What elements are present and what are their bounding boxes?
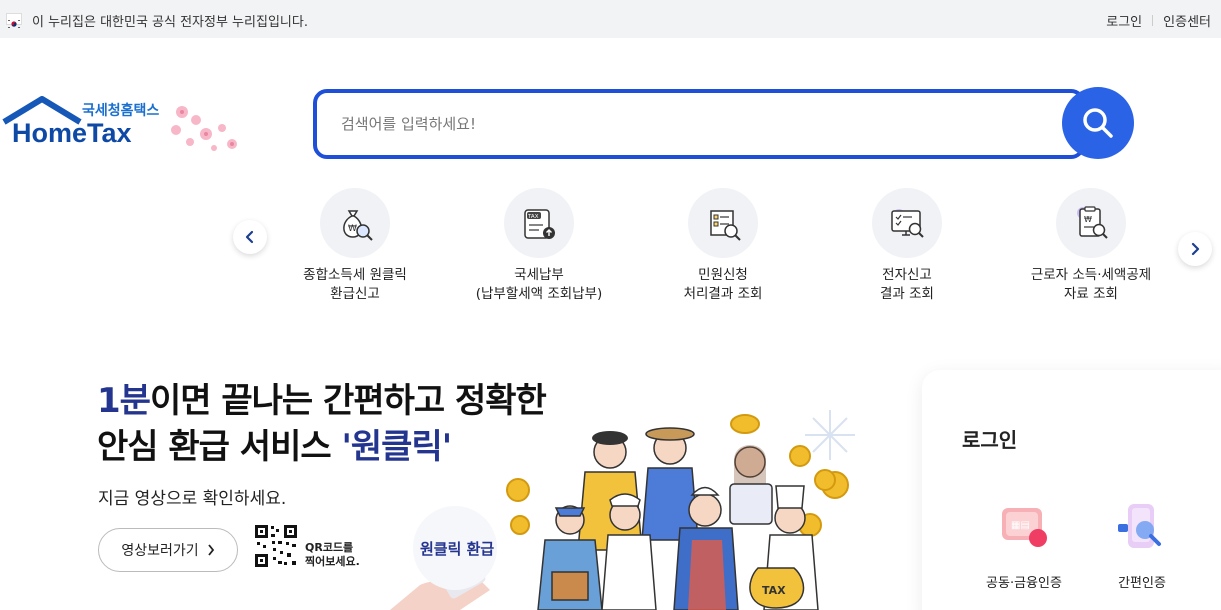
login-option-label: 공동·금융인증 — [986, 576, 1062, 591]
login-option-label: 간편인증 — [1118, 576, 1166, 591]
logo-title: HomeTax — [12, 118, 132, 148]
quick-menu-label: 근로자 소득·세액공제 자료 조회 — [1030, 267, 1152, 302]
money-bag-search-icon: ₩ — [320, 188, 390, 258]
quick-menu-prev-button[interactable] — [233, 220, 267, 254]
logo-subtitle: 국세청홈택스 — [82, 103, 160, 119]
promo-headline-text: 안심 환급 서비스 — [97, 427, 342, 467]
top-links: 로그인 인증센터 — [1106, 11, 1211, 30]
gov-banner-text: 이 누리집은 대한민국 공식 전자정부 누리집입니다. — [32, 15, 308, 30]
hometax-logo[interactable]: 국세청홈택스 HomeTax — [2, 96, 247, 156]
sparkle-decoration — [805, 410, 855, 460]
svg-text:▦▤: ▦▤ — [1011, 520, 1030, 531]
korea-flag-icon — [6, 13, 22, 28]
top-login-link[interactable]: 로그인 — [1106, 11, 1142, 30]
tax-sack-text: TAX — [762, 584, 786, 597]
certificate-card-icon: ▦▤ — [1002, 508, 1047, 547]
qr-code-icon — [253, 523, 299, 569]
chevron-right-icon — [1191, 242, 1200, 256]
quick-menu-item[interactable]: ₩ 근로자 소득·세액공제 자료 조회 — [999, 188, 1183, 304]
tax-document-upload-icon: TAX — [504, 188, 574, 258]
simple-auth-login-button[interactable]: 간편인증 — [1082, 500, 1202, 591]
workers-refund-illustration: 원클릭 환급 TAX — [390, 410, 855, 610]
monitor-checklist-icon — [872, 188, 942, 258]
one-click-refund-badge: 원클릭 환급 — [413, 506, 497, 590]
promo-badge-text: 원클릭 환급 — [420, 540, 494, 558]
joint-financial-cert-login-button[interactable]: ▦▤ 공동·금융인증 — [964, 500, 1084, 591]
search-input[interactable] — [341, 93, 1041, 155]
svg-text:TAX: TAX — [527, 214, 539, 220]
quick-menu-next-button[interactable] — [1178, 232, 1212, 266]
qr-caption: QR코드를 찍어보세요. — [305, 541, 360, 568]
promo-subtitle: 지금 영상으로 확인하세요. — [98, 489, 287, 509]
quick-menu-label: 종합소득세 원클릭 환급신고 — [303, 267, 407, 302]
cert-center-link[interactable]: 인증센터 — [1163, 11, 1211, 30]
quick-menu-label: 전자신고 결과 조회 — [880, 267, 934, 302]
svg-text:₩: ₩ — [1084, 215, 1092, 224]
quick-menu-item[interactable]: ₩ 종합소득세 원클릭 환급신고 — [263, 188, 447, 304]
divider — [1152, 15, 1154, 26]
search-box — [313, 89, 1085, 159]
phone-search-icon — [1118, 504, 1161, 548]
gov-banner: 이 누리집은 대한민국 공식 전자정부 누리집입니다. 로그인 인증센터 — [0, 0, 1221, 38]
search-button[interactable] — [1062, 87, 1134, 159]
search-icon — [1083, 108, 1113, 138]
quick-menu-label: 민원신청 처리결과 조회 — [683, 267, 763, 302]
quick-menu-item[interactable]: TAX 국세납부 (납부할세액 조회납부) — [447, 188, 631, 304]
watch-video-label: 영상보러가기 — [121, 543, 199, 559]
document-search-icon — [688, 188, 758, 258]
chevron-left-icon — [245, 230, 254, 244]
promo-headline-accent: 1분 — [97, 381, 151, 421]
receipt-search-icon: ₩ — [1056, 188, 1126, 258]
cherry-blossom-decoration — [171, 106, 237, 151]
quick-menu-label: 국세납부 (납부할세액 조회납부) — [475, 267, 603, 302]
quick-menu-item[interactable]: 전자신고 결과 조회 — [815, 188, 999, 304]
login-panel-title: 로그인 — [962, 428, 1018, 452]
chevron-right-icon — [207, 544, 214, 556]
people-crowd: TAX — [537, 427, 819, 610]
login-panel: 로그인 ▦▤ 공동·금융인증 간편인증 — [922, 370, 1221, 610]
quick-menu-item[interactable]: 민원신청 처리결과 조회 — [631, 188, 815, 304]
watch-video-button[interactable]: 영상보러가기 — [98, 528, 238, 572]
svg-text:₩: ₩ — [348, 224, 357, 234]
